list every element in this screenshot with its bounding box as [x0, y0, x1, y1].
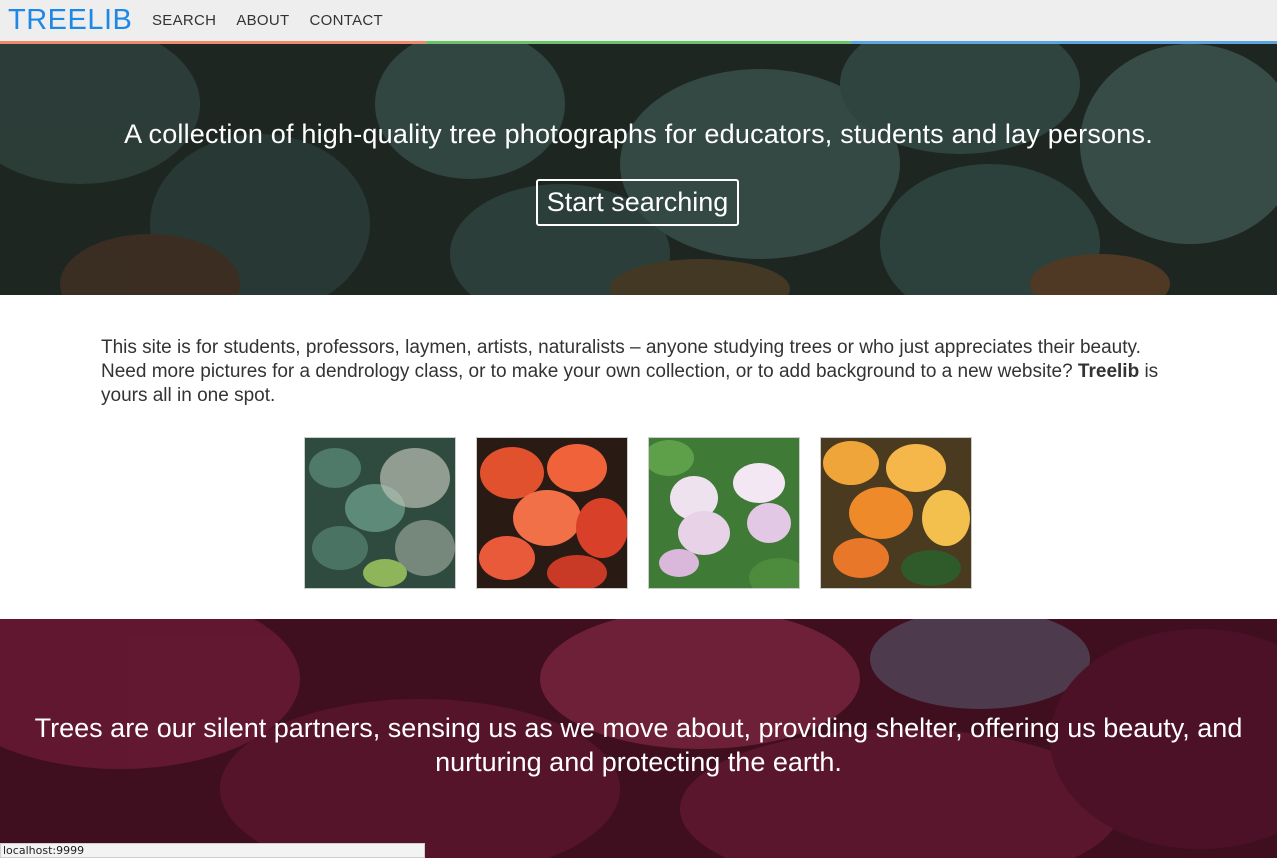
start-searching-button[interactable]: Start searching: [536, 179, 739, 226]
nav-link-about[interactable]: ABOUT: [226, 12, 299, 29]
hero-tagline: A collection of high-quality tree photog…: [124, 119, 1153, 149]
browser-status-url: localhost:9999: [0, 843, 425, 858]
top-nav: TREELIB SEARCH ABOUT CONTACT: [0, 0, 1277, 44]
site-logo[interactable]: TREELIB: [8, 4, 132, 37]
hero-section: A collection of high-quality tree photog…: [0, 44, 1277, 295]
thumb-red-leaves[interactable]: [476, 437, 628, 589]
thumb-orange-leaves[interactable]: [820, 437, 972, 589]
banner-quote: Trees are our silent partners, sensing u…: [34, 713, 1243, 777]
thumbnail-gallery: [304, 437, 992, 589]
quote-banner: Trees are our silent partners, sensing u…: [0, 619, 1277, 858]
thumb-image-3: [649, 438, 799, 588]
thumb-image-1: [305, 438, 455, 588]
nav-link-contact[interactable]: CONTACT: [300, 12, 393, 29]
thumb-green-smoke-leaves[interactable]: [304, 437, 456, 589]
thumb-white-pink-flowers[interactable]: [648, 437, 800, 589]
intro-brand-name: Treelib: [1077, 361, 1140, 382]
nav-links: SEARCH ABOUT CONTACT: [142, 0, 393, 41]
hero-leaves-background: [0, 44, 1277, 295]
nav-link-search[interactable]: SEARCH: [142, 12, 226, 29]
thumb-image-2: [477, 438, 627, 588]
intro-paragraph: This site is for students, professors, l…: [101, 336, 1161, 408]
thumb-image-4: [821, 438, 971, 588]
intro-text-before: This site is for students, professors, l…: [101, 337, 1141, 382]
